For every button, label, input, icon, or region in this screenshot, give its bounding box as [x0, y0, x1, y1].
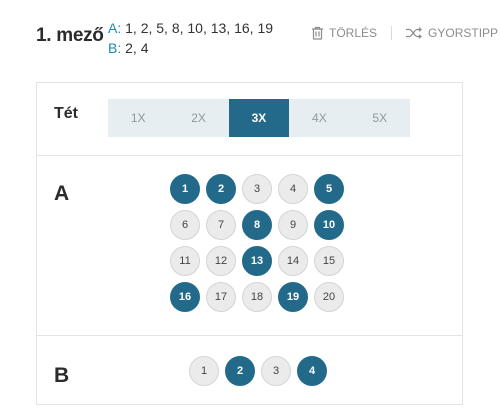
b-number-1[interactable]: 1 — [189, 356, 219, 386]
selection-b-key: B: — [108, 40, 122, 56]
section-b: B 1234 — [37, 336, 462, 406]
quickpick-button[interactable]: GYORSTIPP — [405, 26, 498, 40]
a-number-4[interactable]: 4 — [278, 174, 308, 204]
delete-label: TÖRLÉS — [329, 26, 378, 40]
field-title: 1. mező — [36, 25, 104, 46]
stake-option-2x[interactable]: 2X — [168, 99, 228, 137]
bet-card: Tét 1X 2X 3X 4X 5X A 1 2 3 4 5 6 7 8 9 10 11 12 13 14 15 16… — [36, 82, 463, 405]
a-number-9[interactable]: 9 — [278, 210, 308, 240]
a-number-1[interactable]: 1 — [170, 174, 200, 204]
selection-b-values: 2, 4 — [125, 40, 149, 56]
section-a-label: A — [54, 182, 70, 205]
a-number-12[interactable]: 12 — [206, 246, 236, 276]
stake-option-3x[interactable]: 3X — [228, 99, 290, 137]
section-a: A 1 2 3 4 5 6 7 8 9 10 11 12 13 14 15 16 17 18 19 20 — [37, 156, 462, 336]
stake-option-4x[interactable]: 4X — [289, 99, 349, 137]
section-b-label: B — [54, 364, 70, 387]
selection-b: B: 2, 4 — [108, 38, 273, 58]
a-number-5[interactable]: 5 — [314, 174, 344, 204]
a-number-16[interactable]: 16 — [170, 282, 200, 312]
a-number-15[interactable]: 15 — [314, 246, 344, 276]
stake-label: Tét — [54, 105, 78, 122]
shuffle-icon — [405, 27, 423, 39]
selection-a-values: 1, 2, 5, 8, 10, 13, 16, 19 — [125, 20, 274, 36]
a-number-20[interactable]: 20 — [314, 282, 344, 312]
a-number-17[interactable]: 17 — [206, 282, 236, 312]
a-number-13[interactable]: 13 — [242, 246, 272, 276]
a-number-11[interactable]: 11 — [170, 246, 200, 276]
a-number-18[interactable]: 18 — [242, 282, 272, 312]
b-number-4[interactable]: 4 — [297, 356, 327, 386]
a-number-19[interactable]: 19 — [278, 282, 308, 312]
a-number-3[interactable]: 3 — [242, 174, 272, 204]
stake-section: Tét 1X 2X 3X 4X 5X — [37, 83, 462, 156]
b-number-3[interactable]: 3 — [261, 356, 291, 386]
selection-a: A: 1, 2, 5, 8, 10, 13, 16, 19 — [108, 18, 273, 38]
header-actions: TÖRLÉS GYORSTIPP — [311, 26, 498, 40]
trash-icon — [311, 26, 324, 40]
a-number-2[interactable]: 2 — [206, 174, 236, 204]
a-number-10[interactable]: 10 — [314, 210, 344, 240]
number-grid-a: 1 2 3 4 5 6 7 8 9 10 11 12 13 14 15 16 17 18 19 20 — [170, 174, 344, 312]
quickpick-label: GYORSTIPP — [428, 26, 499, 40]
divider — [391, 26, 393, 40]
delete-button[interactable]: TÖRLÉS — [311, 26, 377, 40]
a-number-14[interactable]: 14 — [278, 246, 308, 276]
number-grid-b: 1234 — [189, 356, 327, 386]
b-number-2[interactable]: 2 — [225, 356, 255, 386]
a-number-7[interactable]: 7 — [206, 210, 236, 240]
stake-option-1x[interactable]: 1X — [108, 99, 168, 137]
stake-option-5x[interactable]: 5X — [350, 99, 410, 137]
a-number-6[interactable]: 6 — [170, 210, 200, 240]
selection-summary: A: 1, 2, 5, 8, 10, 13, 16, 19 B: 2, 4 — [108, 18, 273, 58]
selection-a-key: A: — [108, 20, 122, 36]
stake-selector: 1X 2X 3X 4X 5X — [108, 99, 410, 137]
a-number-8[interactable]: 8 — [242, 210, 272, 240]
